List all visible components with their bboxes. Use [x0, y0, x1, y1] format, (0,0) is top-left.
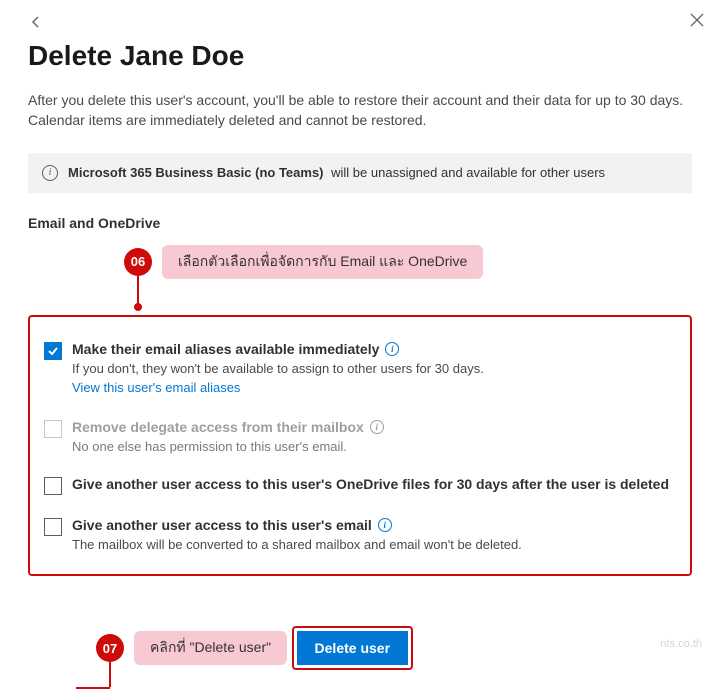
callout-text-07: คลิกที่ "Delete user"	[134, 631, 287, 665]
close-button[interactable]	[690, 10, 704, 33]
option-aliases: Make their email aliases available immed…	[44, 341, 676, 397]
callout-07: 07 คลิกที่ "Delete user"	[96, 631, 287, 665]
option-onedrive-title: Give another user access to this user's …	[72, 476, 669, 492]
callout-badge-07: 07	[96, 634, 124, 662]
delete-user-button[interactable]: Delete user	[297, 631, 408, 665]
option-delegate-sub: No one else has permission to this user'…	[72, 439, 676, 454]
callout-badge-06: 06	[124, 248, 152, 276]
option-delegate-title: Remove delegate access from their mailbo…	[72, 419, 384, 435]
section-label: Email and OneDrive	[28, 215, 692, 231]
info-icon: i	[42, 165, 58, 181]
option-email-sub: The mailbox will be converted to a share…	[72, 537, 676, 552]
lead-text: After you delete this user's account, yo…	[28, 90, 692, 131]
checkbox-onedrive[interactable]	[44, 477, 62, 495]
option-aliases-sub: If you don't, they won't be available to…	[72, 361, 676, 376]
option-delegate: Remove delegate access from their mailbo…	[44, 419, 676, 454]
option-onedrive: Give another user access to this user's …	[44, 476, 676, 495]
view-aliases-link[interactable]: View this user's email aliases	[72, 380, 240, 395]
callout-06: 06 เลือกตัวเลือกเพื่อจัดการกับ Email และ…	[124, 245, 483, 279]
watermark: nts.co.th	[660, 638, 702, 650]
banner-text: Microsoft 365 Business Basic (no Teams) …	[68, 165, 605, 180]
page-title: Delete Jane Doe	[28, 40, 692, 72]
option-aliases-title: Make their email aliases available immed…	[72, 341, 399, 357]
checkbox-delegate	[44, 420, 62, 438]
options-group: Make their email aliases available immed…	[28, 315, 692, 576]
delete-button-highlight: Delete user	[292, 626, 413, 670]
checkbox-aliases[interactable]	[44, 342, 62, 360]
back-button[interactable]	[28, 14, 44, 35]
checkbox-email[interactable]	[44, 518, 62, 536]
info-icon: i	[370, 420, 384, 434]
option-email-title: Give another user access to this user's …	[72, 517, 392, 533]
info-icon[interactable]: i	[385, 342, 399, 356]
callout-text-06: เลือกตัวเลือกเพื่อจัดการกับ Email และ On…	[162, 245, 483, 279]
info-icon[interactable]: i	[378, 518, 392, 532]
license-banner: i Microsoft 365 Business Basic (no Teams…	[28, 153, 692, 193]
option-email: Give another user access to this user's …	[44, 517, 676, 552]
